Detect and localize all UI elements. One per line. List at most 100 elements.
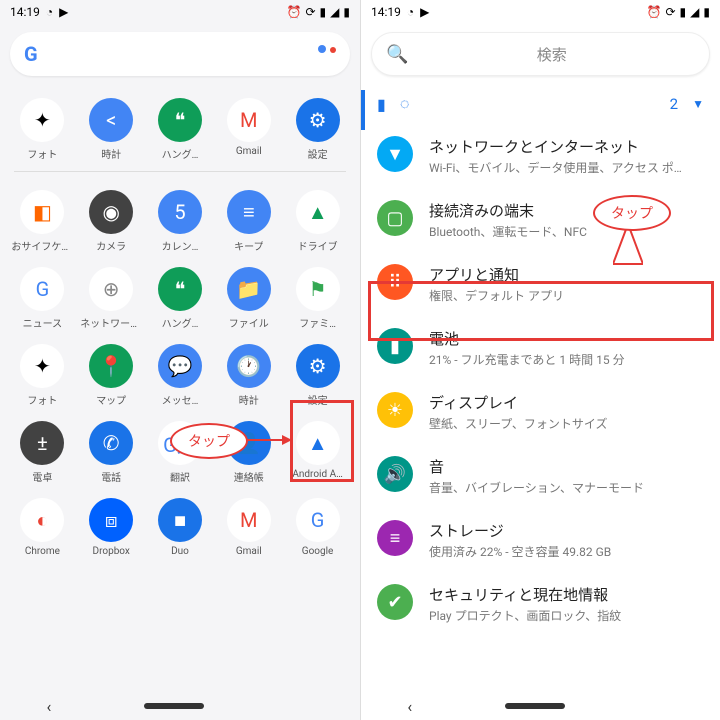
vibrate-icon: ▮	[320, 5, 327, 19]
app-icon: G	[296, 498, 340, 542]
annotation-tail	[613, 224, 643, 284]
status-bar: 14:19 ◔ ▶ ⏰ ⟳ ▮ ◢ ▮	[361, 0, 720, 24]
app-label: ファイル	[229, 315, 269, 330]
nav-bar: ‹	[0, 692, 360, 720]
app-icon: 📁	[227, 267, 271, 311]
play-icon: ▶	[59, 5, 68, 19]
back-button[interactable]: ‹	[407, 697, 412, 716]
location-icon: ◔	[46, 5, 53, 19]
app-電卓[interactable]: ±電卓	[8, 413, 77, 490]
app-Duo[interactable]: ■Duo	[146, 490, 215, 563]
app-Gmail[interactable]: M Gmail	[214, 90, 283, 167]
settings-icon: ☀	[377, 392, 413, 428]
app-ハング…[interactable]: ❝ハング…	[146, 259, 215, 336]
app-ネットワークフ…[interactable]: ⊕ネットワークフ…	[77, 259, 146, 336]
app-設定[interactable]: ⚙設定	[283, 90, 352, 167]
settings-item-音[interactable]: 🔊音音量、バイブレーション、マナーモード	[361, 444, 720, 508]
google-search-bar[interactable]: G	[10, 32, 350, 76]
app-icon: ≡	[227, 190, 271, 234]
app-icon: 💬	[158, 344, 202, 388]
app-label: フォト	[27, 392, 57, 407]
search-icon: 🔍	[386, 44, 408, 65]
app-icon: G	[20, 267, 64, 311]
app-icon: M	[227, 98, 271, 142]
app-icon: ◉	[89, 190, 133, 234]
app-Chrome[interactable]: ◐Chrome	[8, 490, 77, 563]
wifi-icon: ◢	[690, 5, 699, 19]
settings-item-ディスプレイ[interactable]: ☀ディスプレイ壁紙、スリープ、フォントサイズ	[361, 380, 720, 444]
app-時計[interactable]: <時計	[77, 90, 146, 167]
assistant-icon[interactable]	[318, 45, 336, 63]
app-label: ドライブ	[298, 238, 338, 253]
app-ドライブ[interactable]: ▲ドライブ	[283, 182, 352, 259]
app-icon: 5	[158, 190, 202, 234]
battery-icon: ▮	[343, 5, 350, 19]
settings-item-ネットワークとインターネット[interactable]: ▼ネットワークとインターネットWi-Fi、モバイル、データ使用量、アクセス ポ…	[361, 124, 720, 188]
app-grid: ◧おサイフケータイ◉カメラ 5 カレン… ≡ キープ ▲ドライブ G ニュース ⊕ネットワークフ…	[0, 176, 360, 563]
app-label: ネットワークフ…	[80, 315, 142, 330]
app-label: Gmail	[236, 146, 262, 157]
vibrate-icon: ▮	[680, 5, 687, 19]
settings-icon: ≡	[377, 520, 413, 556]
app-label: Gmail	[236, 546, 262, 557]
app-icon: M	[227, 498, 271, 542]
chevron-down-icon: ▼	[692, 97, 704, 111]
app-icon: ❝	[158, 267, 202, 311]
app-label: キープ	[234, 238, 263, 253]
app-電話[interactable]: ✆電話	[77, 413, 146, 490]
home-pill[interactable]	[505, 703, 565, 709]
settings-text: セキュリティと現在地情報Play プロテクト、画面ロック、指紋	[429, 584, 621, 624]
app-icon: <	[89, 98, 133, 142]
app-Gmail[interactable]: M Gmail	[214, 490, 283, 563]
nav-bar: ‹	[361, 692, 720, 720]
app-label: 設定	[308, 146, 328, 161]
settings-icon: ▼	[377, 136, 413, 172]
app-label: カレン…	[162, 238, 199, 253]
app-ファイル[interactable]: 📁 ファイル	[214, 259, 283, 336]
app-label: おサイフケータイ	[11, 238, 73, 253]
app-row-suggested: ✦フォト<時計❝ハング… M Gmail ⚙設定	[0, 84, 360, 167]
settings-text: ストレージ使用済み 22% - 空き容量 49.82 GB	[429, 520, 611, 560]
app-icon: ✆	[89, 421, 133, 465]
app-フォト[interactable]: ✦フォト	[8, 90, 77, 167]
suggestions-row[interactable]: ▮ ◌ 2 ▼	[361, 84, 720, 124]
settings-icon: ▢	[377, 200, 413, 236]
app-メッセ…[interactable]: 💬 メッセ…	[146, 336, 215, 413]
app-Dropbox[interactable]: ⧈Dropbox	[77, 490, 146, 563]
app-label: メッセ…	[162, 392, 199, 407]
app-ファミ…[interactable]: ⚑ファミ…	[283, 259, 352, 336]
alarm-icon: ⏰	[647, 5, 662, 19]
settings-list: ▼ネットワークとインターネットWi-Fi、モバイル、データ使用量、アクセス ポ……	[361, 124, 720, 636]
settings-title: 音	[429, 456, 644, 477]
app-マップ[interactable]: 📍マップ	[77, 336, 146, 413]
app-ハング…[interactable]: ❝ハング…	[146, 90, 215, 167]
app-ニュース[interactable]: G ニュース	[8, 259, 77, 336]
status-time: 14:19	[371, 5, 401, 19]
settings-subtitle: 使用済み 22% - 空き容量 49.82 GB	[429, 543, 611, 560]
app-時計[interactable]: 🕐 時計	[214, 336, 283, 413]
wifi-icon: ◢	[330, 5, 339, 19]
app-label: 時計	[239, 392, 259, 407]
vibrate-icon: ▮	[377, 95, 386, 114]
app-キープ[interactable]: ≡ キープ	[214, 182, 283, 259]
settings-subtitle: Wi-Fi、モバイル、データ使用量、アクセス ポ…	[429, 159, 682, 176]
back-button[interactable]: ‹	[47, 697, 52, 716]
app-フォト[interactable]: ✦ フォト	[8, 336, 77, 413]
home-pill[interactable]	[144, 703, 204, 709]
app-おサイフケータイ[interactable]: ◧おサイフケータイ	[8, 182, 77, 259]
settings-item-ストレージ[interactable]: ≡ ストレージ使用済み 22% - 空き容量 49.82 GB	[361, 508, 720, 572]
settings-item-セキュリティと現在地情報[interactable]: ✔セキュリティと現在地情報Play プロテクト、画面ロック、指紋	[361, 572, 720, 636]
app-icon: ±	[20, 421, 64, 465]
app-カメラ[interactable]: ◉カメラ	[77, 182, 146, 259]
play-icon: ▶	[420, 5, 429, 19]
settings-search-bar[interactable]: 🔍 検索	[371, 32, 710, 76]
app-Google[interactable]: GGoogle	[283, 490, 352, 563]
settings-title: ストレージ	[429, 520, 611, 541]
app-icon: ■	[158, 498, 202, 542]
annotation-callout: タップ	[593, 195, 671, 231]
app-カレン…[interactable]: 5 カレン…	[146, 182, 215, 259]
app-label: ニュース	[23, 315, 63, 330]
app-icon: ✦	[20, 344, 64, 388]
sync-icon: ⟳	[305, 5, 315, 19]
app-icon: 🕐	[227, 344, 271, 388]
